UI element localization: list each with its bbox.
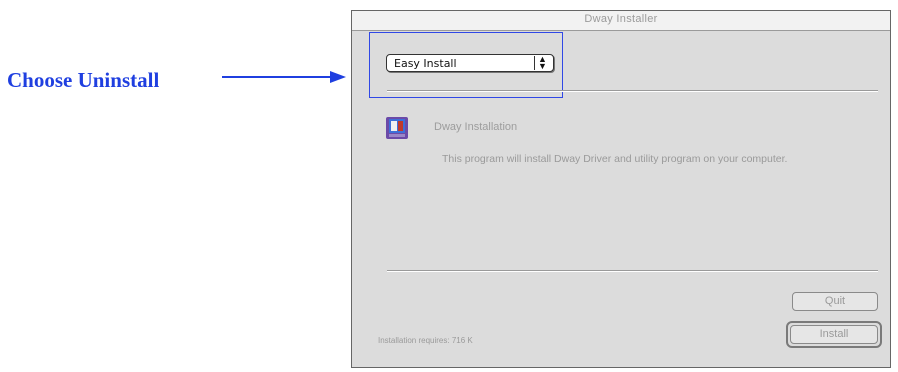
install-button-label: Install: [790, 325, 878, 344]
quit-button[interactable]: Quit: [792, 292, 878, 311]
install-button[interactable]: Install: [786, 321, 882, 348]
annotation-label: Choose Uninstall: [7, 68, 160, 92]
arrow-right-icon: [222, 71, 346, 83]
install-heading: Dway Installation: [434, 121, 518, 133]
divider-top: [387, 90, 878, 92]
installer-app-icon: [386, 117, 408, 139]
install-description: This program will install Dway Driver an…: [442, 153, 788, 165]
install-type-popup[interactable]: Easy Install ▲ ▼: [386, 54, 554, 72]
title-bar[interactable]: Dway Installer: [352, 11, 890, 31]
popup-selected-value: Easy Install: [394, 57, 457, 70]
installer-window: Dway Installer Easy Install ▲ ▼ Dway Inst…: [351, 10, 891, 368]
divider-bottom: [387, 270, 878, 272]
disk-requirement-text: Installation requires: 716 K: [378, 336, 473, 345]
window-title: Dway Installer: [584, 13, 658, 25]
updown-arrows-icon: ▲ ▼: [534, 55, 550, 71]
